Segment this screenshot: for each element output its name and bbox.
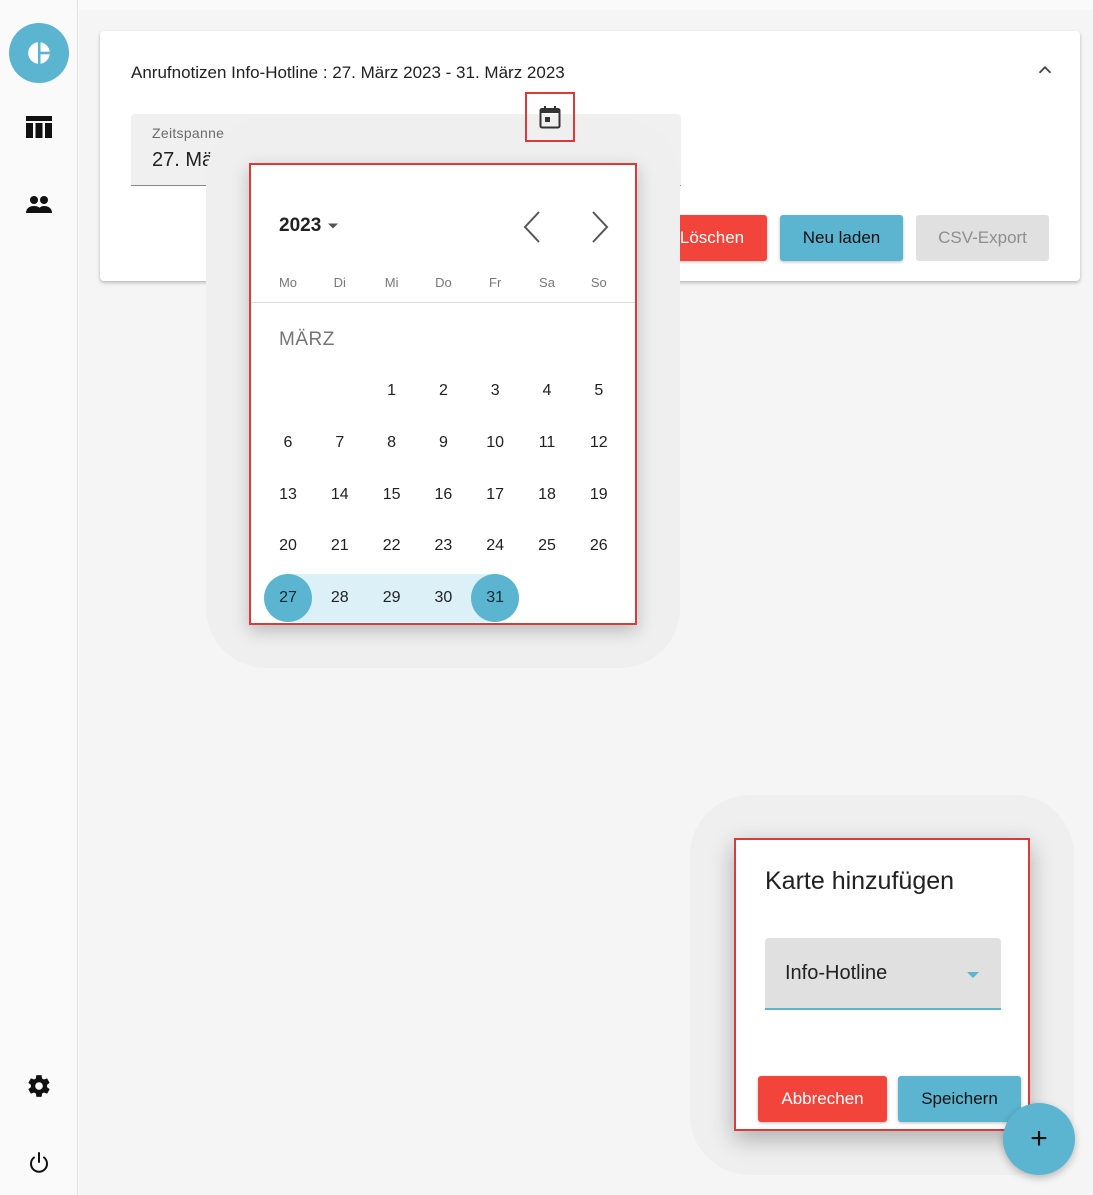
dialog-title: Karte hinzufügen — [765, 867, 955, 895]
people-icon — [26, 196, 52, 213]
day-cell[interactable]: 11 — [523, 419, 571, 467]
day-cell[interactable]: 1 — [368, 367, 416, 415]
weekday-label: Sa — [539, 275, 555, 290]
chevron-up-icon[interactable] — [1034, 59, 1056, 81]
day-cell[interactable]: 9 — [419, 419, 467, 467]
hotline-select-value: Info-Hotline — [785, 962, 888, 984]
year-label: 2023 — [279, 215, 322, 236]
next-month-button[interactable] — [582, 205, 618, 249]
day-cell[interactable]: 7 — [316, 419, 364, 467]
day-cell[interactable]: 3 — [471, 367, 519, 415]
power-icon — [30, 1152, 48, 1173]
cancel-button[interactable]: Abbrechen — [758, 1076, 887, 1122]
date-range-label: Zeitspanne — [152, 125, 225, 141]
open-calendar-button[interactable] — [525, 92, 575, 142]
caret-down-icon — [967, 972, 979, 978]
settings-button[interactable] — [9, 1056, 69, 1116]
weekday-label: Mi — [384, 275, 399, 290]
day-cell[interactable]: 18 — [523, 471, 571, 519]
nav-dashboard-button[interactable] — [9, 23, 69, 83]
nav-table-button[interactable] — [9, 97, 69, 157]
weekday-label: Di — [333, 275, 346, 290]
add-card-fab[interactable]: + — [1003, 1103, 1075, 1175]
weekday-label: So — [590, 275, 607, 290]
caret-down-icon — [328, 223, 339, 229]
day-cell[interactable]: 16 — [419, 471, 467, 519]
day-cell[interactable]: 24 — [471, 522, 519, 570]
day-cell[interactable]: 22 — [368, 522, 416, 570]
year-select[interactable]: 2023 — [279, 215, 339, 237]
day-cell[interactable]: 5 — [575, 367, 623, 415]
hotline-select[interactable]: Info-Hotline — [765, 938, 1001, 1010]
day-cell[interactable]: 13 — [264, 471, 312, 519]
chevron-right-icon — [592, 211, 609, 243]
day-cell[interactable]: 2 — [419, 367, 467, 415]
plus-icon: + — [1030, 1122, 1048, 1155]
sidebar — [0, 0, 78, 1195]
day-cell[interactable]: 4 — [523, 367, 571, 415]
reload-button[interactable]: Neu laden — [780, 215, 903, 261]
table-icon — [26, 116, 52, 138]
save-button[interactable]: Speichern — [898, 1076, 1021, 1122]
day-cell[interactable]: 23 — [419, 522, 467, 570]
weekday-label: Do — [435, 275, 452, 290]
day-cell[interactable]: 14 — [316, 471, 364, 519]
day-cell[interactable]: 27 — [264, 574, 312, 623]
day-cell[interactable]: 28 — [316, 574, 364, 622]
nav-users-button[interactable] — [9, 175, 69, 235]
day-cell[interactable]: 29 — [368, 574, 416, 622]
prev-month-button[interactable] — [514, 205, 550, 249]
chevron-left-icon — [523, 211, 540, 243]
day-cell[interactable]: 8 — [368, 419, 416, 467]
card-title: Anrufnotizen Info-Hotline : 27. März 202… — [131, 63, 565, 82]
day-cell[interactable]: 26 — [575, 522, 623, 570]
day-cell[interactable]: 31 — [471, 574, 520, 623]
weekday-label: Fr — [489, 275, 502, 290]
calendar-icon — [539, 106, 561, 129]
day-cell[interactable]: 19 — [575, 471, 623, 519]
pie-chart-icon — [28, 41, 51, 65]
add-card-dialog: Karte hinzufügen Info-Hotline Abbrechen … — [734, 838, 1030, 1131]
day-cell[interactable]: 12 — [575, 419, 623, 467]
day-cell[interactable]: 25 — [523, 522, 571, 570]
weekday-label: Mo — [278, 275, 298, 290]
csv-export-button[interactable]: CSV-Export — [916, 215, 1049, 261]
day-cell[interactable]: 15 — [368, 471, 416, 519]
date-picker: 2023 Mo Di Mi Do Fr Sa So MÄRZ 1 2 3 4 5 6 7 8 9 10 11 12… — [249, 163, 637, 625]
day-cell[interactable]: 20 — [264, 522, 312, 570]
day-cell[interactable]: 17 — [471, 471, 519, 519]
month-label: MÄRZ — [279, 329, 335, 350]
day-cell[interactable]: 6 — [264, 419, 312, 467]
gear-icon — [28, 1075, 50, 1097]
day-cell[interactable]: 21 — [316, 522, 364, 570]
weekday-divider — [251, 302, 635, 303]
logout-button[interactable] — [9, 1133, 69, 1193]
day-cell[interactable]: 10 — [471, 419, 519, 467]
